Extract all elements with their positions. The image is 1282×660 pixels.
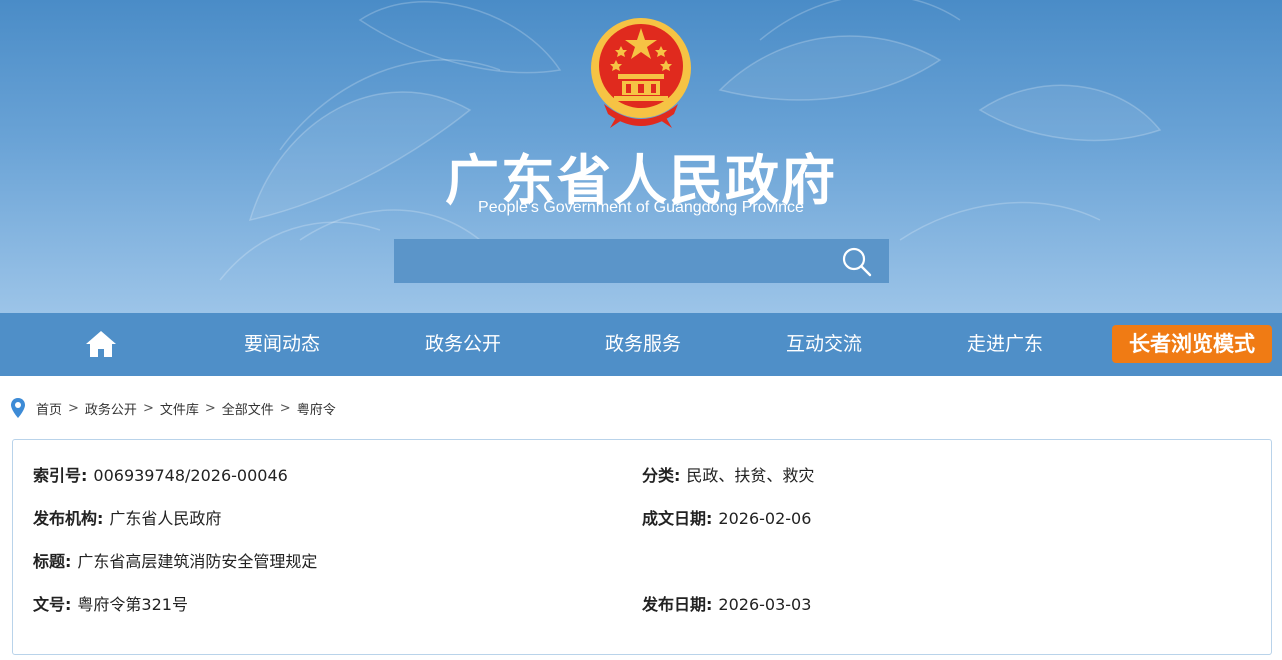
document-info-box: 索引号: 006939748/2026-00046 分类: 民政、扶贫、救灾 发布机… [12,439,1272,655]
home-icon[interactable] [84,329,118,359]
info-written-date-label: 成文日期: [642,509,713,528]
info-title-label: 标题: [33,552,72,571]
info-publisher-label: 发布机构: [33,509,104,528]
info-category-value: 民政、扶贫、救灾 [686,466,815,485]
info-publish-date-value: 2026-03-03 [718,595,812,614]
info-index: 索引号: 006939748/2026-00046 [33,462,288,486]
nav-item-news[interactable]: 要闻动态 [212,313,352,376]
info-index-value: 006939748/2026-00046 [93,466,288,485]
info-category: 分类: 民政、扶贫、救灾 [642,462,814,486]
info-title-value: 广东省高层建筑消防安全管理规定 [77,552,318,571]
breadcrumb-separator: > [204,400,216,416]
breadcrumb-separator: > [142,400,154,416]
nav-item-gov-services[interactable]: 政务服务 [573,313,713,376]
national-emblem-icon [591,18,691,128]
breadcrumb-separator: > [68,400,79,416]
breadcrumb-file-library[interactable]: 文件库 [160,399,199,418]
nav-item-gov-affairs-open[interactable]: 政务公开 [393,313,533,376]
info-publish-date: 发布日期: 2026-03-03 [642,591,811,615]
location-pin-icon [11,398,25,418]
breadcrumb-current[interactable]: 粤府令 [297,399,336,418]
search-icon[interactable] [840,245,874,277]
info-publisher-value: 广东省人民政府 [109,509,222,528]
info-docno-value: 粤府令第321号 [77,595,188,614]
breadcrumb-all-files[interactable]: 全部文件 [222,399,274,418]
elder-mode-button[interactable]: 长者浏览模式 [1112,325,1272,363]
main-nav: 要闻动态 政务公开 政务服务 互动交流 走进广东 [0,313,1282,376]
breadcrumb-gov-affairs-open[interactable]: 政务公开 [85,399,137,418]
info-written-date: 成文日期: 2026-02-06 [642,505,811,529]
site-subtitle: People's Government of Guangdong Provinc… [478,199,804,216]
breadcrumb-home[interactable]: 首页 [36,399,62,418]
info-publisher: 发布机构: 广东省人民政府 [33,505,221,529]
header-banner: 广东省人民政府 People's Government of Guangdong… [0,0,1282,313]
breadcrumb-separator: > [279,400,291,416]
info-title: 标题: 广东省高层建筑消防安全管理规定 [33,548,317,572]
nav-item-about-guangdong[interactable]: 走进广东 [935,313,1075,376]
search-box [394,239,889,283]
info-docno-label: 文号: [33,595,72,614]
search-input[interactable] [394,239,834,283]
info-docno: 文号: 粤府令第321号 [33,591,188,615]
info-index-label: 索引号: [33,466,88,485]
info-publish-date-label: 发布日期: [642,595,713,614]
info-written-date-value: 2026-02-06 [718,509,812,528]
breadcrumb: 首页 > 政务公开 > 文件库 > 全部文件 > 粤府令 [10,396,336,420]
nav-item-interaction[interactable]: 互动交流 [754,313,894,376]
info-category-label: 分类: [642,466,681,485]
